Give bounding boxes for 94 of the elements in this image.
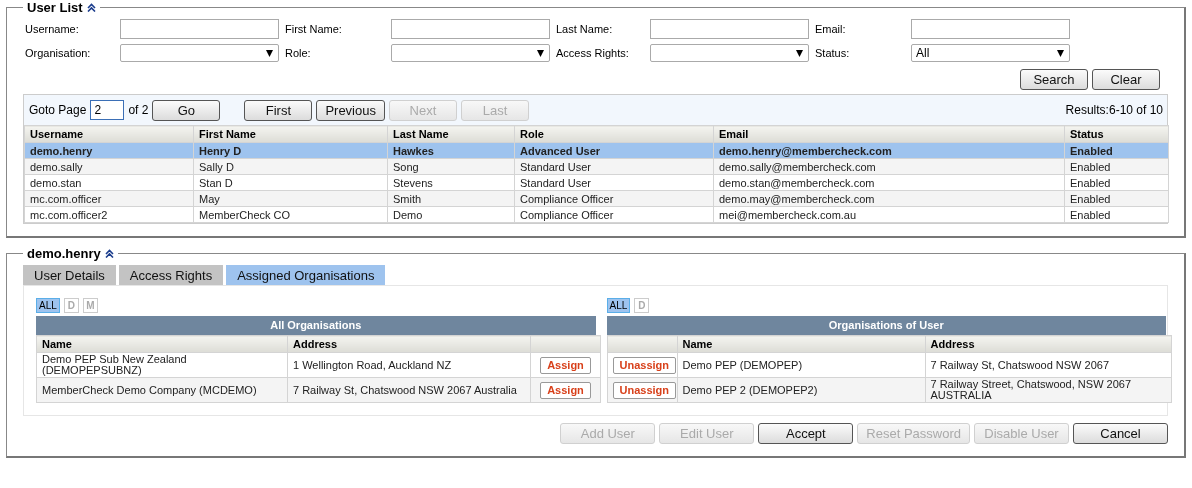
table-title: Organisations of User xyxy=(606,316,1166,335)
table-cell: Hawkes xyxy=(387,142,515,159)
button[interactable]: Search xyxy=(1020,69,1088,90)
table-cell: Sally D xyxy=(193,158,388,175)
panel-title: User List xyxy=(27,0,83,15)
column-header[interactable]: Last Name xyxy=(387,125,515,143)
column-header[interactable]: Address xyxy=(287,335,531,353)
column-header[interactable]: Username xyxy=(24,125,194,143)
filter-chip[interactable]: ALL xyxy=(36,298,60,313)
field-label: Username: xyxy=(25,23,80,35)
text-field[interactable] xyxy=(120,19,279,39)
caret-icon xyxy=(1057,49,1064,57)
table-cell: demo.henry@membercheck.com xyxy=(713,142,1065,159)
field-label: Access Rights: xyxy=(556,47,630,59)
field-label: Status: xyxy=(815,47,851,59)
action-button[interactable]: Unassign xyxy=(612,381,676,399)
table-cell: demo.sally@membercheck.com xyxy=(713,158,1065,175)
button[interactable]: Cancel xyxy=(1073,423,1168,444)
collapse-icon[interactable] xyxy=(86,3,96,12)
field-label: Email: xyxy=(815,23,847,35)
dropdown[interactable] xyxy=(391,44,550,62)
column-header[interactable]: Email xyxy=(713,125,1065,143)
table-cell: Henry D xyxy=(193,142,388,159)
table-cell: Demo PEP Sub New Zealand (DEMOPEPSUBNZ) xyxy=(36,352,288,378)
table-cell: 7 Railway St, Chatswood NSW 2067 xyxy=(925,352,1171,378)
column-header[interactable]: Address xyxy=(925,335,1171,353)
field-label: Role: xyxy=(285,47,312,59)
table-cell: 7 Railway Street, Chatswood, NSW 2067 AUSTRALIA xyxy=(925,377,1171,403)
table-cell: demo.henry xyxy=(24,142,194,159)
field-label: Organisation: xyxy=(25,47,92,59)
goto-label: Goto Page xyxy=(29,103,87,117)
table-cell: Smith xyxy=(387,190,515,207)
text-field[interactable] xyxy=(650,19,809,39)
table-cell: Demo PEP (DEMOPEP) xyxy=(677,352,925,378)
table-cell: MemberCheck Demo Company (MCDEMO) xyxy=(36,377,288,403)
results-count: Results:6-10 of 10 xyxy=(1065,103,1163,117)
dropdown[interactable] xyxy=(120,44,279,62)
table-cell: Stan D xyxy=(193,174,388,191)
tab[interactable]: User Details xyxy=(23,265,116,285)
filter-chip[interactable]: ALL xyxy=(606,298,631,313)
collapse-icon[interactable] xyxy=(104,249,114,258)
table-cell: Enabled xyxy=(1064,142,1169,159)
table-cell: MemberCheck CO xyxy=(193,206,388,223)
caret-icon xyxy=(266,49,273,57)
column-header[interactable]: Role xyxy=(514,125,714,143)
column-header[interactable]: First Name xyxy=(193,125,388,143)
column-header[interactable]: Status xyxy=(1064,125,1169,143)
table-cell: May xyxy=(193,190,388,207)
table-cell: Song xyxy=(387,158,515,175)
field-label: Last Name: xyxy=(556,23,614,35)
button[interactable]: Accept xyxy=(758,423,854,444)
table-cell: 1 Wellington Road, Auckland NZ xyxy=(287,352,531,378)
table-cell: Demo xyxy=(387,206,515,223)
table-cell: 7 Railway St, Chatswood NSW 2067 Australia xyxy=(287,377,531,403)
table-cell: Compliance Officer xyxy=(514,206,714,223)
page-count: of 2 xyxy=(128,103,149,117)
pager-button[interactable]: Previous xyxy=(316,99,385,121)
table-cell: Standard User xyxy=(514,174,714,191)
text-field[interactable] xyxy=(391,19,550,39)
table-cell: Advanced User xyxy=(514,142,714,159)
table-cell: demo.sally xyxy=(24,158,194,175)
panel-title: demo.henry xyxy=(27,246,101,261)
column-header[interactable]: Name xyxy=(677,335,925,353)
table-cell: demo.stan@membercheck.com xyxy=(713,174,1065,191)
table-cell: Enabled xyxy=(1064,158,1169,175)
table-cell: mei@membercheck.com.au xyxy=(713,206,1065,223)
table-cell: Compliance Officer xyxy=(514,190,714,207)
table-cell: Enabled xyxy=(1064,174,1169,191)
caret-icon xyxy=(796,49,803,57)
table-cell: demo.may@membercheck.com xyxy=(713,190,1065,207)
tab[interactable]: Assigned Organisations xyxy=(226,265,386,285)
dropdown[interactable]: All xyxy=(911,44,1070,62)
table-title: All Organisations xyxy=(36,316,596,335)
table-cell: Standard User xyxy=(514,158,714,175)
field-label: First Name: xyxy=(285,23,343,35)
table-cell: mc.com.officer2 xyxy=(24,206,194,223)
table-cell: Demo PEP 2 (DEMOPEP2) xyxy=(677,377,925,403)
column-header[interactable]: Name xyxy=(36,335,288,353)
table-cell: Enabled xyxy=(1064,206,1169,223)
table-cell: Enabled xyxy=(1064,190,1169,207)
pager-button[interactable]: First xyxy=(244,99,313,121)
table-cell: demo.stan xyxy=(24,174,194,191)
page-field[interactable]: 2 xyxy=(90,100,125,120)
dropdown[interactable] xyxy=(650,44,809,62)
go-button[interactable]: Go xyxy=(152,99,221,121)
table-cell: mc.com.officer xyxy=(24,190,194,207)
action-button[interactable]: Assign xyxy=(540,381,591,399)
text-field[interactable] xyxy=(911,19,1070,39)
tab[interactable]: Access Rights xyxy=(118,265,224,285)
button[interactable]: Clear xyxy=(1092,69,1160,90)
caret-icon xyxy=(537,49,544,57)
table-cell: Stevens xyxy=(387,174,515,191)
action-button[interactable]: Unassign xyxy=(612,356,676,374)
action-button[interactable]: Assign xyxy=(540,356,591,374)
